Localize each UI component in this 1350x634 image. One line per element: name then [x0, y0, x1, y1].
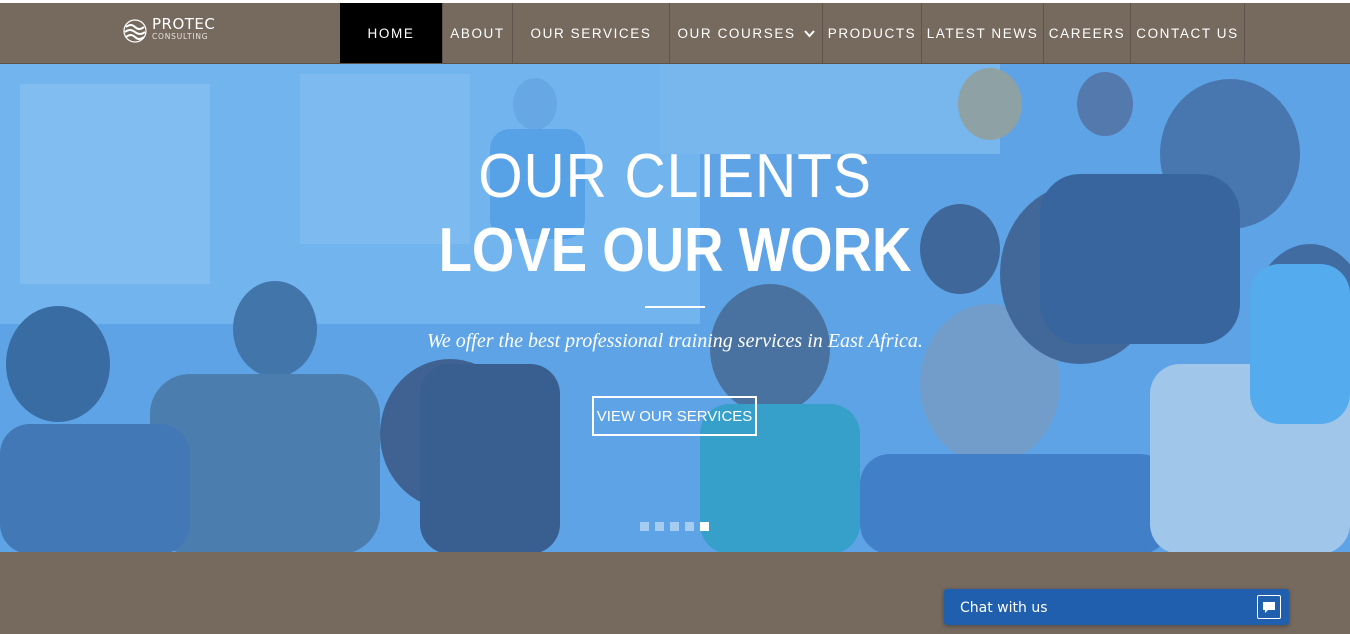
chat-widget[interactable]: Chat with us	[944, 589, 1289, 625]
hero-slider: OUR CLIENTS LOVE OUR WORK We offer the b…	[0, 64, 1350, 552]
chevron-down-icon	[803, 26, 815, 41]
slider-dot-2[interactable]	[655, 522, 664, 531]
chat-bubble-icon[interactable]	[1257, 595, 1281, 619]
main-nav: HOME ABOUT OUR SERVICES OUR COURSES PROD…	[340, 3, 1245, 63]
nav-item-about[interactable]: ABOUT	[443, 3, 513, 63]
slider-dot-4[interactable]	[685, 522, 694, 531]
brand-subtitle: CONSULTING	[152, 32, 209, 41]
nav-item-home[interactable]: HOME	[340, 3, 443, 63]
slider-dot-5[interactable]	[700, 522, 709, 531]
nav-label: HOME	[367, 25, 415, 41]
nav-item-our-services[interactable]: OUR SERVICES	[513, 3, 670, 63]
chat-label: Chat with us	[960, 600, 1048, 616]
nav-item-our-courses[interactable]: OUR COURSES	[670, 3, 823, 63]
nav-label: ABOUT	[450, 25, 505, 41]
nav-label: PRODUCTS	[827, 25, 917, 41]
site-header: PROTEC CONSULTING HOME ABOUT OUR SERVICE…	[0, 0, 1350, 64]
nav-item-careers[interactable]: CAREERS	[1044, 3, 1131, 63]
brand-name: PROTEC	[152, 15, 216, 33]
slider-pagination	[640, 522, 709, 531]
nav-label: CAREERS	[1048, 25, 1126, 41]
hero-heading-line-2: LOVE OUR WORK	[438, 216, 912, 285]
nav-item-products[interactable]: PRODUCTS	[823, 3, 922, 63]
site-logo[interactable]: PROTEC CONSULTING	[122, 16, 232, 46]
hero-tagline: We offer the best professional training …	[427, 330, 923, 352]
protec-wave-logo-icon	[123, 19, 147, 43]
slider-dot-1[interactable]	[640, 522, 649, 531]
hero-color-overlay	[0, 64, 1350, 552]
hero-heading-line-1: OUR CLIENTS	[478, 142, 872, 211]
nav-item-latest-news[interactable]: LATEST NEWS	[922, 3, 1044, 63]
hero-divider	[645, 306, 705, 308]
nav-label: OUR COURSES	[677, 25, 796, 41]
nav-item-contact-us[interactable]: CONTACT US	[1131, 3, 1245, 63]
nav-label: CONTACT US	[1136, 25, 1239, 41]
nav-label: OUR SERVICES	[530, 25, 652, 41]
nav-label: LATEST NEWS	[926, 25, 1039, 41]
view-our-services-button[interactable]: VIEW OUR SERVICES	[592, 396, 757, 436]
slider-dot-3[interactable]	[670, 522, 679, 531]
